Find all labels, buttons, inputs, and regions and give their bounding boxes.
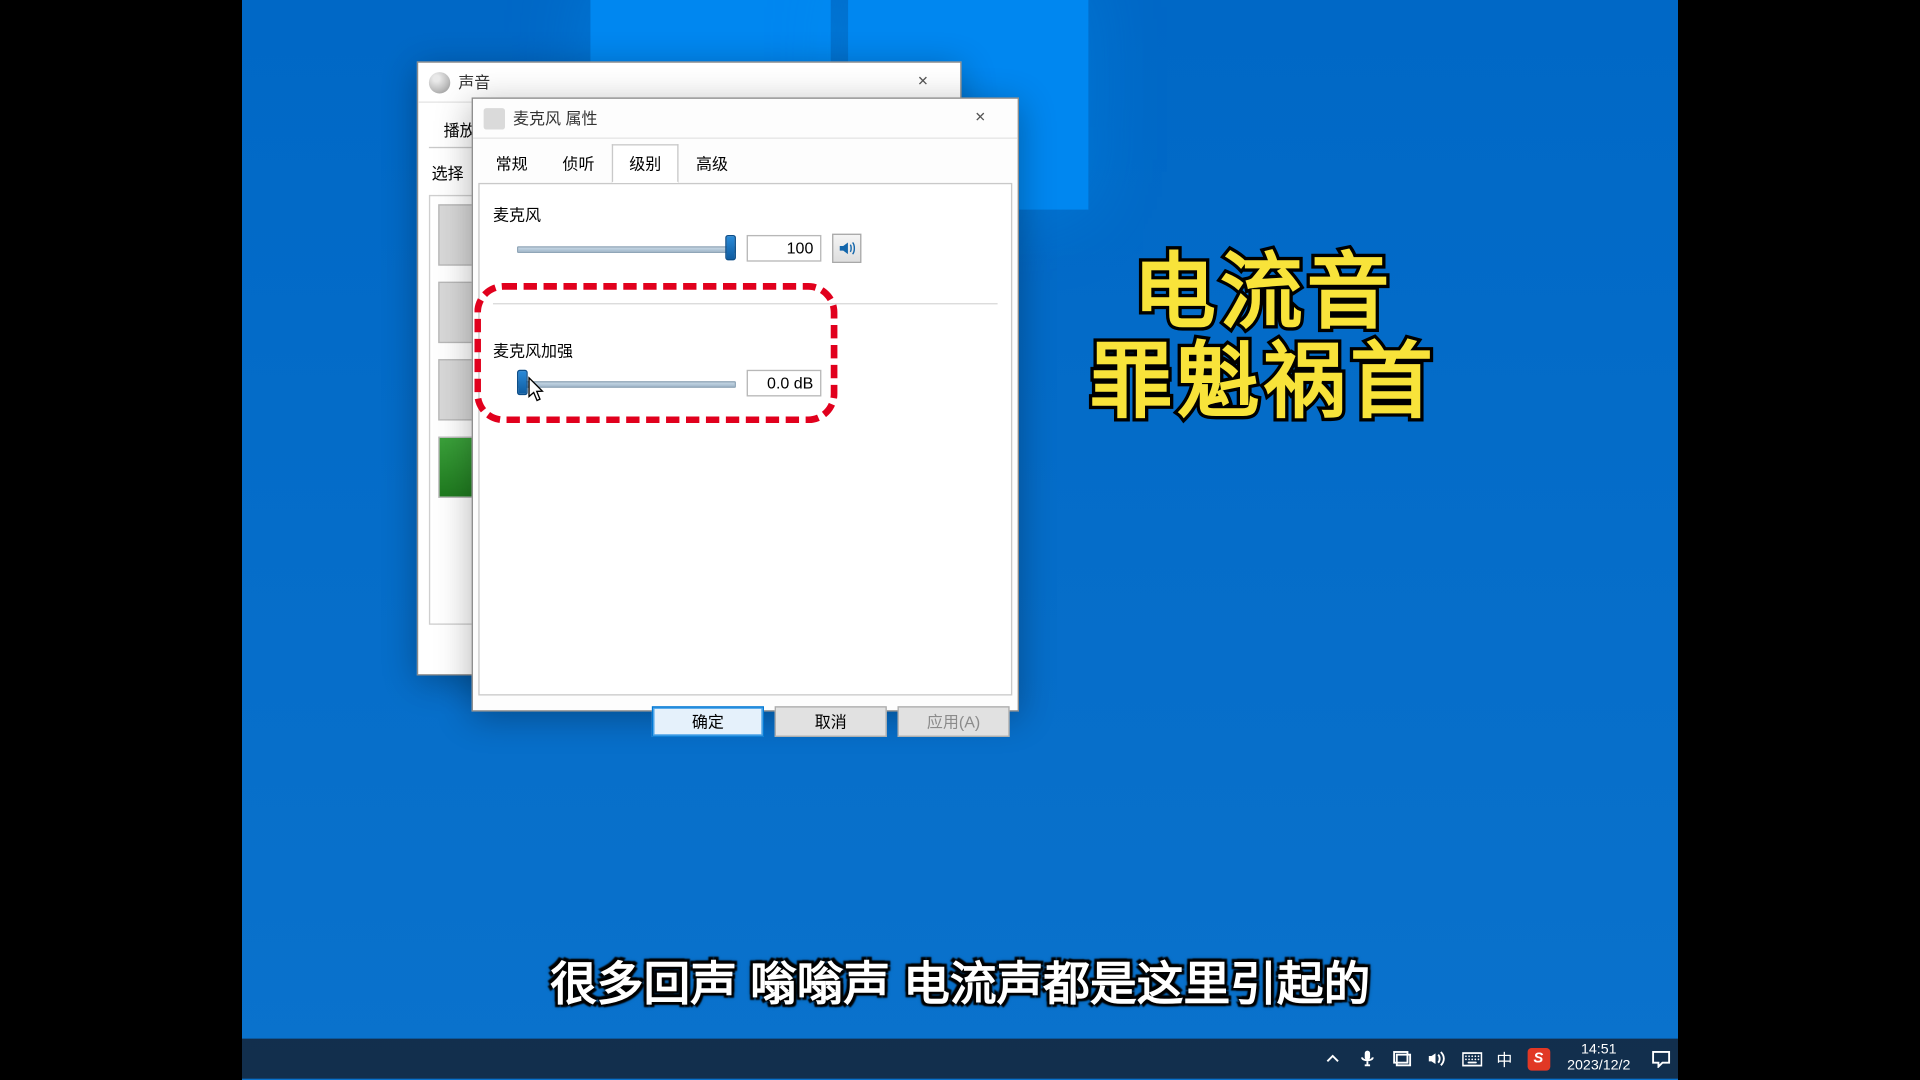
cancel-button[interactable]: 取消 (774, 706, 886, 737)
mic-level-slider[interactable] (517, 237, 736, 260)
clock-time: 14:51 (1567, 1043, 1630, 1059)
mic-title: 麦克风 属性 (513, 107, 954, 130)
video-subtitle: 很多回声 嗡嗡声 电流声都是这里引起的 (242, 947, 1678, 1015)
touch-keyboard-icon[interactable] (1461, 1049, 1481, 1069)
mic-boost-slider[interactable] (517, 372, 736, 395)
clock[interactable]: 14:51 2023/12/2 (1567, 1043, 1630, 1074)
annotation-line1: 电流音 (1056, 250, 1470, 339)
mic-titlebar[interactable]: 麦克风 属性 ✕ (473, 99, 1018, 139)
tab-levels[interactable]: 级别 (611, 144, 678, 183)
network-icon[interactable] (1392, 1049, 1412, 1069)
apply-button[interactable]: 应用(A) (897, 706, 1009, 737)
system-tray[interactable]: 中 S 14:51 2023/12/2 (1322, 1043, 1670, 1074)
close-icon[interactable]: ✕ (896, 63, 949, 100)
ime-indicator[interactable]: 中 (1496, 1047, 1512, 1070)
annotation-text: 电流音 罪魁祸首 (1056, 250, 1470, 429)
clock-date: 2023/12/2 (1567, 1059, 1630, 1075)
mic-level-value[interactable]: 100 (746, 235, 821, 262)
tab-listen[interactable]: 侦听 (545, 144, 612, 183)
microphone-icon (483, 107, 504, 128)
close-icon[interactable]: ✕ (953, 99, 1006, 136)
mic-boost-value[interactable]: 0.0 dB (746, 370, 821, 397)
mic-level-label: 麦克风 (493, 203, 998, 226)
annotation-line2: 罪魁祸首 (1056, 339, 1470, 428)
speaker-icon (837, 239, 856, 258)
action-center-icon[interactable] (1650, 1049, 1670, 1069)
sound-title: 声音 (458, 71, 896, 94)
taskbar[interactable]: 中 S 14:51 2023/12/2 (242, 1039, 1678, 1079)
tray-overflow-icon[interactable] (1322, 1049, 1342, 1069)
ok-button[interactable]: 确定 (652, 706, 764, 737)
tab-advanced[interactable]: 高级 (678, 144, 745, 183)
mic-tabbar: 常规 侦听 级别 高级 (473, 139, 1018, 183)
volume-icon[interactable] (1427, 1049, 1447, 1069)
dialog-buttons: 确定 取消 应用(A) (473, 696, 1018, 737)
mic-boost-label: 麦克风加强 (493, 339, 998, 362)
levels-pane: 麦克风 100 (478, 183, 1012, 696)
microphone-tray-icon[interactable] (1357, 1049, 1377, 1069)
mute-button[interactable] (832, 234, 861, 263)
sogou-ime-icon[interactable]: S (1527, 1047, 1550, 1070)
tab-general[interactable]: 常规 (478, 144, 545, 183)
sound-icon (429, 71, 450, 92)
microphone-properties-window: 麦克风 属性 ✕ 常规 侦听 级别 高级 麦克风 (471, 97, 1018, 711)
